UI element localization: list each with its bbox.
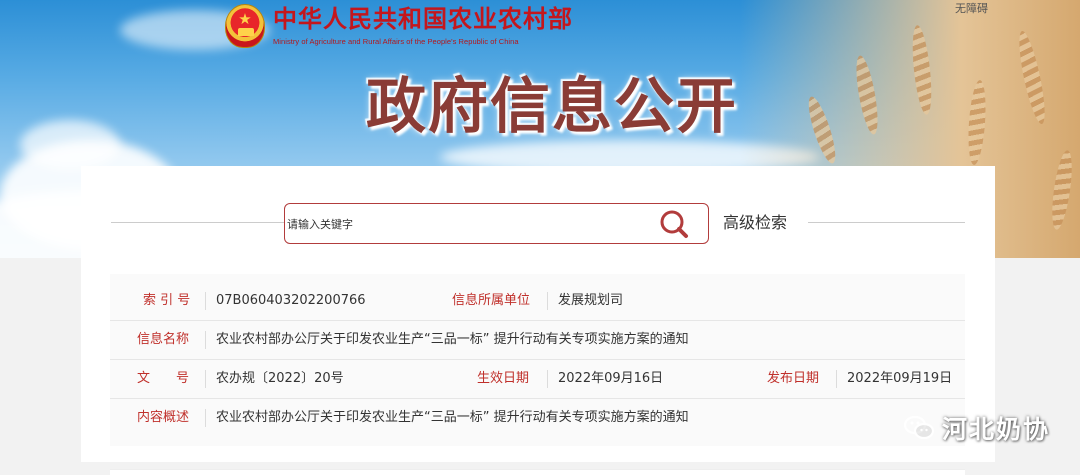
national-emblem-icon[interactable]: ★ — [225, 4, 265, 48]
table-row: 文 号 农办规〔2022〕20号 生效日期 2022年09月16日 发布日期 2… — [110, 360, 965, 399]
search-bar — [284, 203, 709, 244]
watermark-text: 河北奶协 — [942, 415, 1051, 444]
effective-date-value: 2022年09月16日 — [558, 371, 664, 386]
main-panel: 高级检索 索 引 号 07B060403202200766 信息所属单位 发展规… — [81, 166, 995, 475]
document-number-value: 农办规〔2022〕20号 — [216, 371, 344, 386]
summary-value: 农业农村部办公厅关于印发农业生产“三品一标” 提升行动有关专项实施方案的通知 — [216, 410, 689, 425]
divider — [111, 222, 284, 223]
search-icon[interactable] — [658, 209, 692, 239]
content-box — [110, 469, 965, 475]
advanced-search-link[interactable]: 高级检索 — [723, 213, 787, 233]
publish-date-value: 2022年09月19日 — [847, 371, 953, 386]
document-number-label: 文 号 — [137, 371, 190, 386]
table-row: 索 引 号 07B060403202200766 信息所属单位 发展规划司 — [110, 282, 965, 321]
department-label: 信息所属单位 — [452, 293, 531, 308]
effective-date-label: 生效日期 — [477, 371, 530, 386]
ministry-name[interactable]: 中华人民共和国农业农村部 — [273, 4, 573, 34]
page-title: 政府信息公开 — [366, 72, 738, 142]
department-value: 发展规划司 — [558, 293, 624, 308]
index-label: 索 引 号 — [143, 293, 191, 308]
publish-date-label: 发布日期 — [767, 371, 820, 386]
ministry-name-english[interactable]: Ministry of Agriculture and Rural Affair… — [273, 36, 519, 48]
table-row: 内容概述 农业农村部办公厅关于印发农业生产“三品一标” 提升行动有关专项实施方案… — [110, 399, 965, 438]
divider — [808, 222, 965, 223]
info-table: 索 引 号 07B060403202200766 信息所属单位 发展规划司 信息… — [110, 274, 965, 446]
watermark: 河北奶协 — [902, 408, 1050, 448]
index-value: 07B060403202200766 — [216, 293, 366, 308]
table-row: 信息名称 农业农村部办公厅关于印发农业生产“三品一标” 提升行动有关专项实施方案… — [110, 321, 965, 360]
info-name-label: 信息名称 — [137, 332, 190, 347]
info-name-value: 农业农村部办公厅关于印发农业生产“三品一标” 提升行动有关专项实施方案的通知 — [216, 332, 689, 347]
search-input[interactable] — [287, 212, 637, 236]
wechat-icon — [903, 415, 935, 440]
accessibility-link[interactable]: 无障碍 — [955, 0, 988, 16]
cloud-decoration — [20, 120, 120, 170]
summary-label: 内容概述 — [137, 410, 190, 425]
